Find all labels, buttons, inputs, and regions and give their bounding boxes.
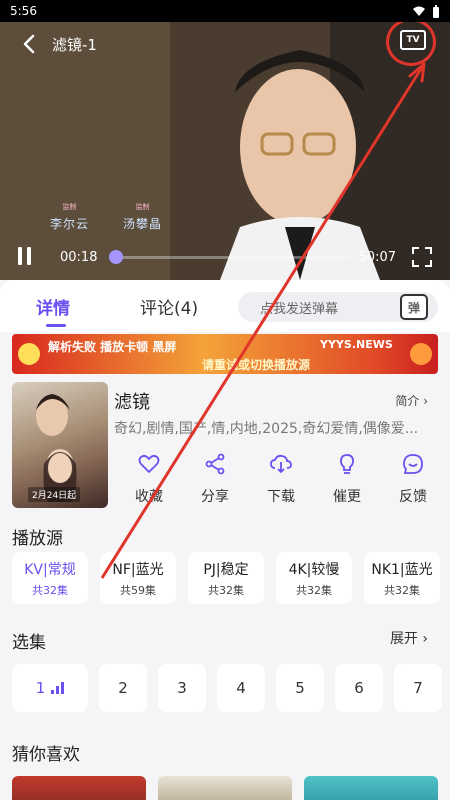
annotation-arrow [100, 62, 426, 579]
